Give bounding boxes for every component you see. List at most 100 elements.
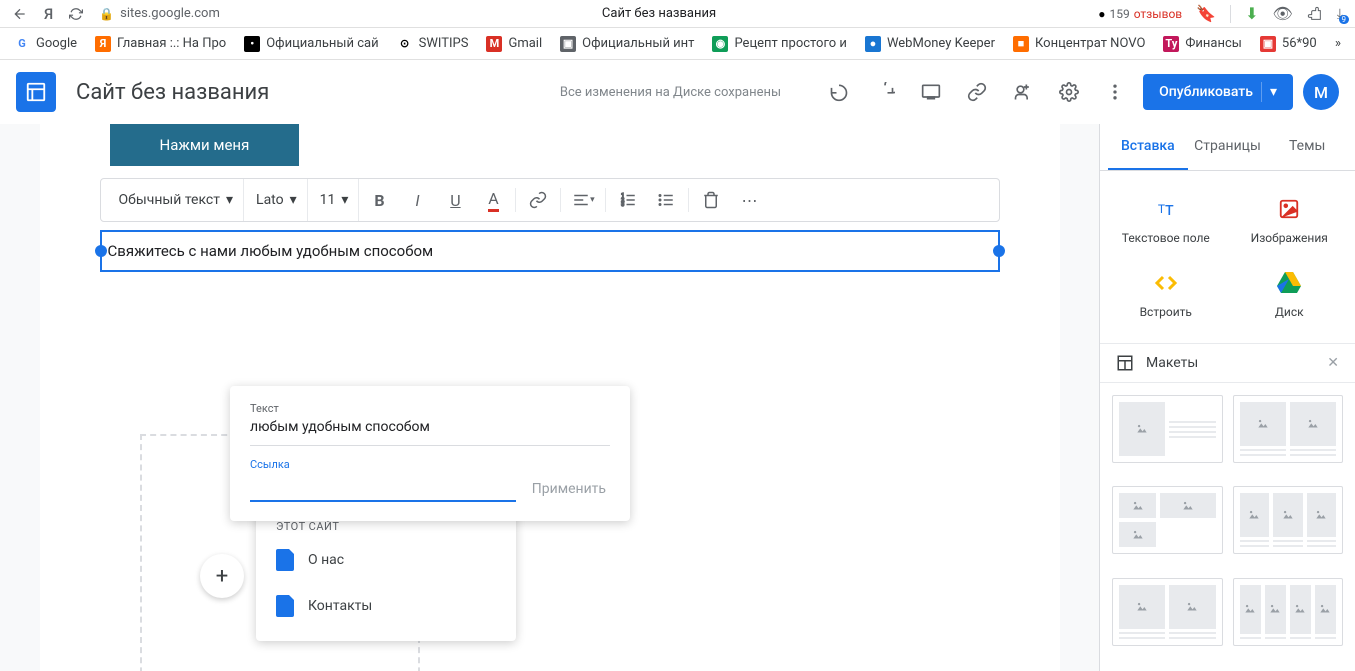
bookmarks-overflow[interactable]: » <box>1329 36 1347 51</box>
page-icon <box>276 595 294 617</box>
bookmark-item[interactable]: TyФинансы <box>1157 36 1248 52</box>
reviews-widget[interactable]: ●159отзывов <box>1098 7 1182 21</box>
bullet-list-button[interactable] <box>648 182 684 218</box>
bookmark-item[interactable]: GGoogle <box>8 36 83 52</box>
bookmark-item[interactable]: ■Концентрат NOVO <box>1007 36 1151 52</box>
layouts-grid <box>1100 383 1355 671</box>
back-button[interactable] <box>12 6 28 22</box>
chevron-down-icon: ▾ <box>1270 84 1277 100</box>
add-fab[interactable]: + <box>200 554 244 598</box>
layout-option[interactable] <box>1233 486 1344 554</box>
text-icon: Tт <box>1152 195 1180 223</box>
bookmark-item[interactable]: ▣Официальный инт <box>554 36 700 52</box>
yandex-button[interactable]: Я <box>44 5 53 23</box>
underline-button[interactable]: U <box>437 182 473 218</box>
user-avatar[interactable]: M <box>1303 74 1339 110</box>
align-button[interactable]: ▾ <box>565 182 601 218</box>
bookmark-item[interactable]: ЯГлавная :.: На Про <box>89 36 232 52</box>
app-header: Сайт без названия Все изменения на Диске… <box>0 60 1355 124</box>
insert-link-button[interactable] <box>520 182 556 218</box>
text-toolbar: Обычный текст▾ Lato▾ 11▾ B I U A ▾ 123 ⋯ <box>100 178 1000 222</box>
layout-option[interactable] <box>1112 486 1223 554</box>
popover-link-label: Ссылка <box>250 458 610 471</box>
suggestion-item-contacts[interactable]: Контакты <box>256 583 516 629</box>
browser-bar: Я 🔒 sites.google.com Сайт без названия ●… <box>0 0 1355 28</box>
bookmark-favicon: ● <box>865 36 881 52</box>
editor-canvas[interactable]: Нажми меня Обычный текст▾ Lato▾ 11▾ B I … <box>0 124 1099 671</box>
embed-icon <box>1152 269 1180 297</box>
bookmark-favicon: ■ <box>1013 36 1029 52</box>
layout-option[interactable] <box>1112 395 1223 463</box>
tool-images[interactable]: Изображения <box>1232 187 1348 253</box>
preview-button[interactable] <box>913 74 949 110</box>
italic-button[interactable]: I <box>399 182 435 218</box>
bookmark-favicon: G <box>14 36 30 52</box>
redo-button[interactable] <box>867 74 903 110</box>
resize-handle-right[interactable] <box>993 245 1005 257</box>
tool-drive[interactable]: Диск <box>1232 261 1348 327</box>
browser-extensions: ●159отзывов 🔖 ⬇ 👁 ⤓9 <box>1098 4 1343 23</box>
bookmark-item[interactable]: ●WebMoney Keeper <box>859 36 1001 52</box>
resize-handle-left[interactable] <box>95 245 107 257</box>
tool-embed[interactable]: Встроить <box>1108 261 1224 327</box>
bookmark-favicon: ▣ <box>560 36 576 52</box>
close-icon[interactable]: ✕ <box>1327 355 1339 371</box>
font-select[interactable]: Lato▾ <box>246 179 308 221</box>
tab-themes[interactable]: Темы <box>1267 124 1347 170</box>
fontsize-select[interactable]: 11▾ <box>310 179 360 221</box>
layout-option[interactable] <box>1233 395 1344 463</box>
url-text: sites.google.com <box>120 6 220 21</box>
bookmark-favicon: ◉ <box>712 36 728 52</box>
custom-button[interactable]: Нажми меня <box>110 124 300 166</box>
bookmark-item[interactable]: MGmail <box>480 36 548 52</box>
bookmark-favicon: Ty <box>1163 36 1179 52</box>
suggestion-item-about[interactable]: О нас <box>256 537 516 583</box>
bookmark-item[interactable]: ▣56*90 <box>1254 36 1323 52</box>
bookmark-favicon: M <box>486 36 502 52</box>
popover-text-label: Текст <box>250 402 610 415</box>
sites-logo[interactable] <box>16 72 56 112</box>
numbered-list-button[interactable]: 123 <box>610 182 646 218</box>
publish-button[interactable]: Опубликовать ▾ <box>1143 74 1293 110</box>
image-icon <box>1275 195 1303 223</box>
site-title[interactable]: Сайт без названия <box>76 80 269 105</box>
settings-button[interactable] <box>1051 74 1087 110</box>
more-button[interactable] <box>1097 74 1133 110</box>
sidebar-tabs: Вставка Страницы Темы <box>1100 124 1355 171</box>
tool-textbox[interactable]: Tт Текстовое поле <box>1108 187 1224 253</box>
downloads-icon[interactable]: ⤓9 <box>1337 6 1343 22</box>
bookmark-favicon: • <box>244 36 260 52</box>
link-popover: Текст любым удобным способом Ссылка Прим… <box>230 386 630 521</box>
extension-icon[interactable] <box>1307 6 1323 22</box>
share-button[interactable] <box>1005 74 1041 110</box>
style-select[interactable]: Обычный текст▾ <box>109 179 245 221</box>
link-button[interactable] <box>959 74 995 110</box>
link-input[interactable] <box>250 476 516 502</box>
lock-icon: 🔒 <box>99 7 114 21</box>
svg-text:3: 3 <box>622 202 625 208</box>
text-color-button[interactable]: A <box>475 182 511 218</box>
bookmark-favicon: ▣ <box>1260 36 1276 52</box>
selected-text-block[interactable]: Свяжитесь с нами любым удобным способом <box>100 230 1000 272</box>
undo-button[interactable] <box>821 74 857 110</box>
tab-pages[interactable]: Страницы <box>1188 124 1268 170</box>
download-arrow-icon[interactable]: ⬇ <box>1245 4 1258 23</box>
tab-insert[interactable]: Вставка <box>1108 124 1188 170</box>
address-bar[interactable]: 🔒 sites.google.com <box>99 6 220 21</box>
layout-option[interactable] <box>1233 578 1344 646</box>
layouts-section-header[interactable]: Макеты ✕ <box>1100 343 1355 383</box>
bookmarks-bar: GGoogle ЯГлавная :.: На Про •Официальный с… <box>0 28 1355 60</box>
apply-button[interactable]: Применить <box>528 473 610 505</box>
delete-button[interactable] <box>693 182 729 218</box>
reload-button[interactable] <box>69 7 83 21</box>
more-options-button[interactable]: ⋯ <box>731 182 767 218</box>
eye-icon[interactable]: 👁 <box>1272 4 1292 23</box>
bookmark-item[interactable]: ◉Рецепт простого и <box>706 36 853 52</box>
layout-icon <box>1116 354 1134 372</box>
popover-text-value[interactable]: любым удобным способом <box>250 415 610 446</box>
bookmark-icon[interactable]: 🔖 <box>1196 4 1216 23</box>
layout-option[interactable] <box>1112 578 1223 646</box>
bold-button[interactable]: B <box>361 182 397 218</box>
bookmark-item[interactable]: ⊙SWITIPS <box>391 36 475 52</box>
bookmark-item[interactable]: •Официальный сай <box>238 36 384 52</box>
